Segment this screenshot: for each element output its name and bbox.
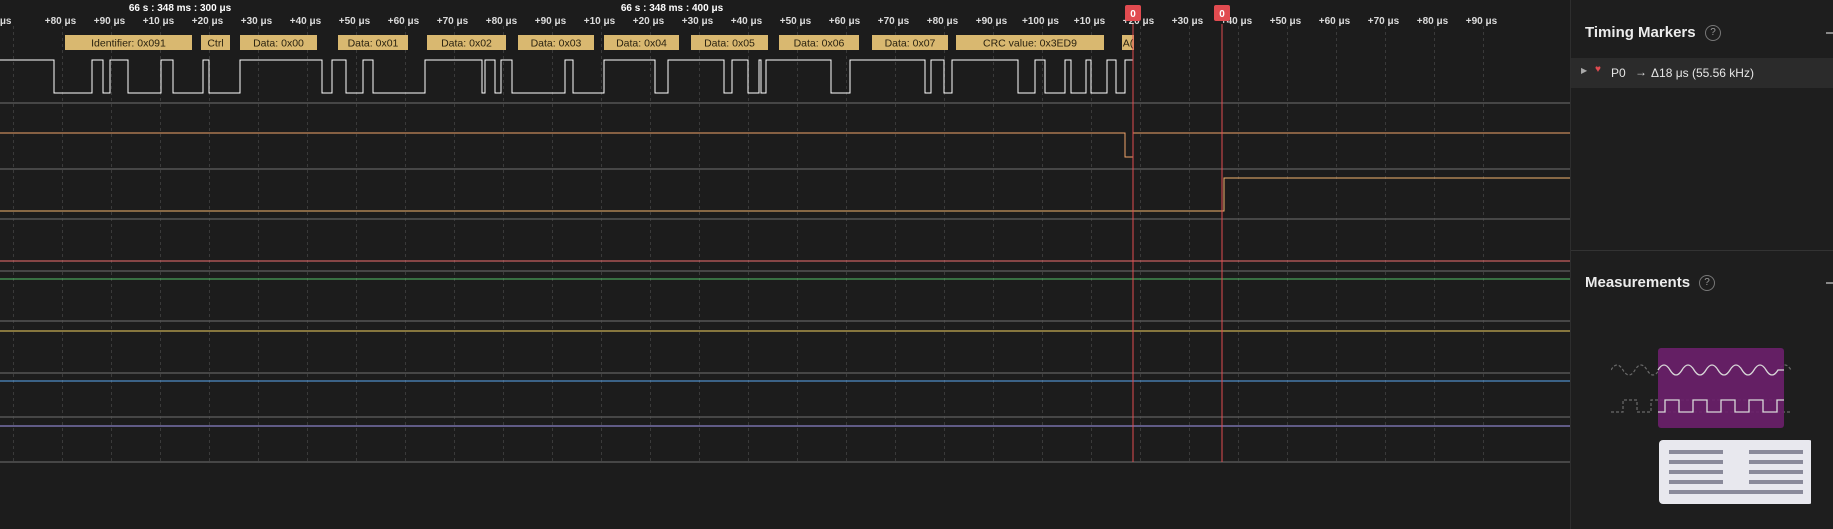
time-tick-label: +90 μs <box>1466 16 1498 27</box>
waveform-canvas[interactable]: μs +80 μs +90 μs +10 μs +20 μs +30 μs +40 μs +5… <box>0 0 1570 529</box>
side-panel: Timing Markers ? ▶ ♥ P0 → Δ18 μs (55.56 … <box>1570 0 1833 529</box>
time-tick-label: +90 μs <box>976 16 1008 27</box>
marker-name: P0 <box>1611 66 1626 80</box>
time-tick-label: +20 μs <box>633 16 665 27</box>
timing-markers-help-icon[interactable]: ? <box>1705 25 1721 41</box>
can-frame-label: CRC value: 0x3ED9 <box>983 38 1077 50</box>
arrow-right-icon: → <box>1635 65 1647 79</box>
can-frame-label: Data: 0x05 <box>704 38 755 50</box>
time-tick-label: +90 μs <box>94 16 126 27</box>
time-tick-label: +10 μs <box>1074 16 1106 27</box>
time-tick-label: +70 μs <box>878 16 910 27</box>
time-tick-label: +80 μs <box>927 16 959 27</box>
time-tick-label: μs <box>0 16 12 27</box>
time-group-label: 66 s : 348 ms : 300 μs <box>129 3 232 14</box>
time-tick-label: +30 μs <box>1172 16 1204 27</box>
can-frame-label: Data: 0x04 <box>616 38 667 50</box>
can-frame-label: Data: 0x02 <box>441 38 492 50</box>
panel-divider <box>1571 250 1833 251</box>
time-tick-label: +50 μs <box>780 16 812 27</box>
can-frame-label: Identifier: 0x091 <box>91 38 166 50</box>
timing-markers-title: Timing Markers <box>1585 24 1696 41</box>
time-tick-label: +60 μs <box>829 16 861 27</box>
time-group-label: 66 s : 348 ms : 400 μs <box>621 3 724 14</box>
timing-marker-label: 0 <box>1219 9 1225 20</box>
time-tick-label: +80 μs <box>1417 16 1449 27</box>
timing-marker-label: 0 <box>1130 9 1136 20</box>
time-tick-label: +100 μs <box>1022 16 1059 27</box>
channel-0-waveform <box>0 59 1134 94</box>
time-tick-label: +70 μs <box>437 16 469 27</box>
can-frame-label: Data: 0x07 <box>885 38 936 50</box>
time-tick-label: +90 μs <box>535 16 567 27</box>
can-frame-label: Data: 0x01 <box>348 38 399 50</box>
marker-color-icon: ♥ <box>1595 64 1601 75</box>
waveform-view[interactable]: μs +80 μs +90 μs +10 μs +20 μs +30 μs +40 μs +5… <box>0 0 1570 529</box>
time-tick-label: +40 μs <box>731 16 763 27</box>
measurements-title: Measurements <box>1585 274 1691 291</box>
timing-marker-row[interactable]: ▶ ♥ P0 → Δ18 μs (55.56 kHz) <box>1571 58 1833 88</box>
time-tick-label: +80 μs <box>45 16 77 27</box>
can-frame-label: Data: 0x06 <box>794 38 845 50</box>
time-tick-label: +60 μs <box>388 16 420 27</box>
measurements-help-icon[interactable]: ? <box>1699 275 1715 291</box>
time-tick-label: +50 μs <box>1270 16 1302 27</box>
measurements-empty-illustration <box>1611 348 1811 504</box>
can-frame-label: Ctrl <box>207 38 223 50</box>
time-tick-label: +60 μs <box>1319 16 1351 27</box>
measurements-collapse-icon[interactable] <box>1826 282 1833 284</box>
time-tick-label: +30 μs <box>241 16 273 27</box>
can-frame-label: Data: 0x03 <box>531 38 582 50</box>
time-tick-label: +30 μs <box>682 16 714 27</box>
can-frame-label: A( <box>1123 38 1134 50</box>
marker-delta: Δ18 μs (55.56 kHz) <box>1651 66 1754 80</box>
time-tick-label: +10 μs <box>584 16 616 27</box>
time-tick-label: +50 μs <box>339 16 371 27</box>
time-tick-label: +40 μs <box>290 16 322 27</box>
channel-1-waveform <box>0 132 1570 158</box>
time-tick-label: +70 μs <box>1368 16 1400 27</box>
time-tick-label: +10 μs <box>143 16 175 27</box>
expand-caret-icon[interactable]: ▶ <box>1581 66 1587 75</box>
time-tick-label: +20 μs <box>192 16 224 27</box>
time-tick-label: +80 μs <box>486 16 518 27</box>
can-frame-label: Data: 0x00 <box>253 38 304 50</box>
timing-markers-collapse-icon[interactable] <box>1826 32 1833 34</box>
channel-2-waveform <box>0 177 1570 212</box>
